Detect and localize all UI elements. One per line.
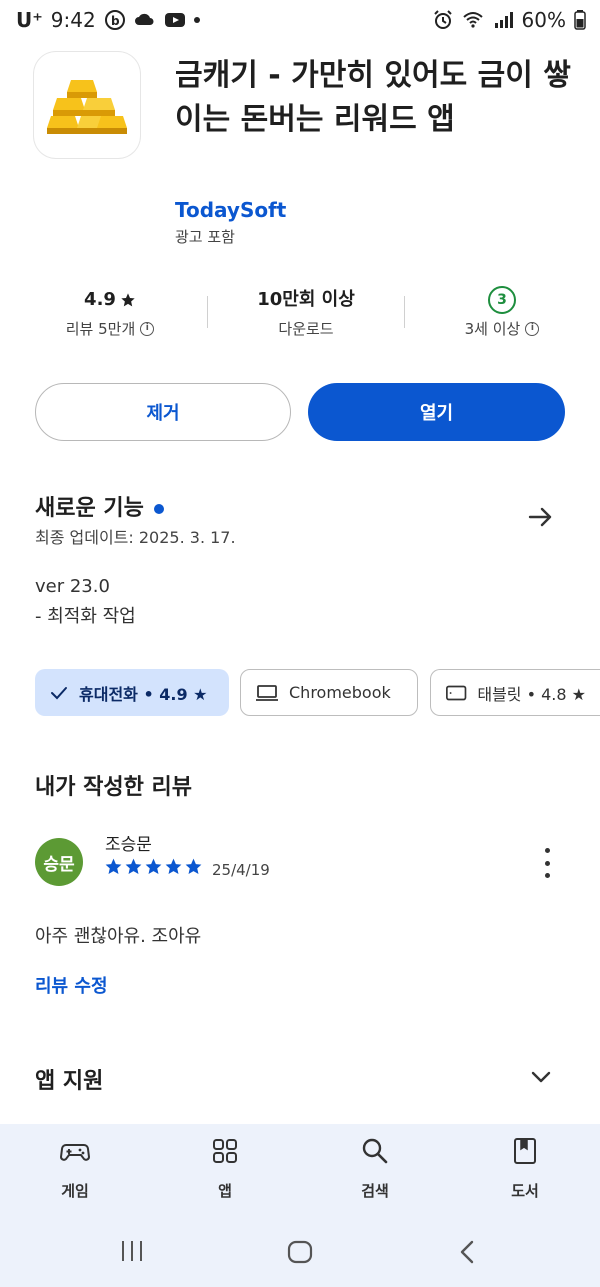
star-icon [105, 858, 122, 875]
review-stars [104, 857, 203, 876]
chevron-down-icon[interactable] [528, 1064, 554, 1090]
rating-stat[interactable]: 4.9 리뷰 5만개 i [25, 286, 195, 339]
status-left: U⁺ 9:42 b [16, 8, 200, 32]
edit-review-link[interactable]: 리뷰 수정 [35, 972, 108, 998]
app-title: 금캐기 - 가만히 있어도 금이 쌓이는 돈버는 리워드 앱 [175, 58, 571, 137]
info-icon: i [525, 321, 540, 336]
signal-icon [494, 12, 513, 28]
last-updated: 최종 업데이트: 2025. 3. 17. [35, 528, 236, 547]
age-value-row: 3 [417, 286, 587, 314]
carrier-label: U⁺ [16, 8, 43, 32]
app-icon [34, 52, 140, 158]
more-options-icon[interactable] [538, 848, 556, 878]
age-rating-badge: 3 [488, 286, 516, 314]
my-review-title: 내가 작성한 리뷰 [35, 775, 192, 800]
age-label: 3세 이상 [464, 320, 521, 338]
whats-new-title: 새로운 기능 [35, 496, 144, 521]
nav-label: 게임 [61, 1182, 89, 1200]
battery-percent: 60% [521, 8, 566, 32]
downloads-stat: 10만회 이상 다운로드 [221, 286, 391, 339]
gold-bars-icon [47, 80, 127, 134]
gamepad-icon [60, 1144, 90, 1161]
app-support-title[interactable]: 앱 지원 [35, 1063, 103, 1095]
star-icon [121, 293, 135, 307]
release-notes: ver 23.0 - 최적화 작업 [35, 572, 136, 632]
status-bar: U⁺ 9:42 b 60% [0, 0, 600, 44]
avatar: 승문 [35, 838, 83, 886]
nav-apps[interactable]: 앱 [180, 1136, 270, 1201]
system-nav-bar [0, 1219, 600, 1287]
alarm-icon [433, 10, 452, 29]
age-label-row: 3세 이상 i [417, 318, 587, 339]
chip-tablet[interactable]: 태블릿 • 4.8 ★ [430, 669, 600, 716]
chip-label: 태블릿 • 4.8 ★ [477, 684, 586, 704]
whats-new-header[interactable]: 새로운 기능 [35, 490, 164, 522]
apps-grid-icon [213, 1139, 237, 1163]
review-date: 25/4/19 [212, 861, 270, 879]
nav-games[interactable]: 게임 [30, 1136, 120, 1201]
wifi-icon [462, 12, 483, 28]
nav-search[interactable]: 검색 [330, 1136, 420, 1201]
status-right: 60% [432, 8, 586, 32]
info-icon: i [140, 321, 155, 336]
nav-label: 도서 [511, 1182, 539, 1200]
chip-chromebook[interactable]: Chromebook [240, 669, 418, 716]
tablet-icon [446, 685, 467, 700]
review-text: 아주 괜찮아유. 조아유 [35, 926, 202, 947]
back-icon[interactable] [456, 1239, 480, 1265]
check-icon [51, 686, 67, 699]
version-text: ver 23.0 [35, 576, 110, 597]
battery-icon [574, 10, 586, 30]
rating-value: 4.9 [84, 289, 116, 310]
stat-divider [404, 296, 405, 328]
laptop-icon [256, 684, 278, 701]
svg-text:b: b [111, 14, 120, 28]
rating-label: 리뷰 5만개 [65, 320, 136, 338]
reviewer-name: 조승문 [105, 835, 152, 855]
cloud-icon [134, 13, 154, 25]
recent-apps-icon[interactable] [118, 1239, 146, 1263]
band-app-icon: b [104, 10, 125, 30]
developer-link[interactable]: TodaySoft [175, 198, 286, 222]
ad-label: 광고 포함 [175, 228, 235, 246]
downloads-value: 10만회 이상 [257, 289, 355, 310]
rating-value-row: 4.9 [25, 286, 195, 314]
stat-divider [207, 296, 208, 328]
chip-phone[interactable]: 휴대전화 • 4.9 ★ [35, 669, 229, 716]
notification-dot-icon [193, 17, 200, 23]
search-icon [362, 1138, 388, 1164]
status-time: 9:42 [50, 8, 96, 32]
star-icon [125, 858, 142, 875]
home-icon[interactable] [286, 1239, 314, 1265]
star-icon [185, 858, 202, 875]
age-stat[interactable]: 3 3세 이상 i [417, 286, 587, 339]
open-button[interactable]: 열기 [308, 383, 565, 441]
rating-label-row: 리뷰 5만개 i [25, 318, 195, 339]
youtube-icon [164, 13, 185, 27]
nav-label: 검색 [361, 1182, 389, 1200]
chip-label: Chromebook [289, 683, 391, 702]
chip-label: 휴대전화 • 4.9 ★ [79, 684, 208, 704]
remove-button[interactable]: 제거 [35, 383, 291, 441]
notes-text: - 최적화 작업 [35, 606, 136, 627]
new-indicator-dot [153, 504, 164, 514]
star-icon [165, 858, 182, 875]
star-icon [145, 858, 162, 875]
nav-label: 앱 [218, 1182, 232, 1200]
downloads-label: 다운로드 [278, 320, 334, 338]
arrow-right-icon[interactable] [526, 502, 556, 532]
nav-books[interactable]: 도서 [480, 1136, 570, 1201]
book-icon [514, 1138, 536, 1164]
